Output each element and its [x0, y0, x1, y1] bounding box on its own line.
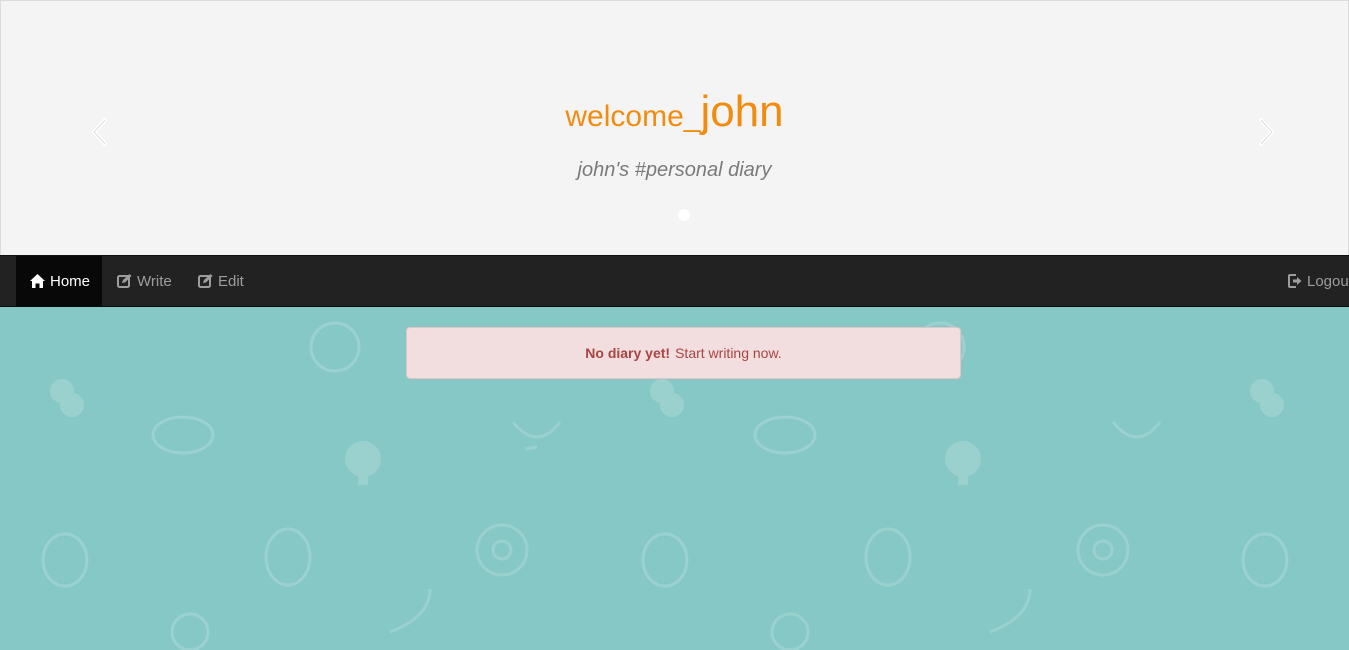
nav-logout[interactable]: Logout — [1288, 256, 1349, 306]
home-icon — [30, 274, 45, 288]
nav-logout-label: Logout — [1307, 272, 1349, 290]
diary-subtitle: john's #personal diary — [577, 159, 772, 181]
edit-icon — [198, 274, 213, 288]
nav-home-label: Home — [50, 272, 91, 290]
chevron-right-icon — [1259, 118, 1274, 146]
nav-edit-label: Edit — [218, 272, 244, 290]
carousel-next-button[interactable] — [1253, 117, 1277, 147]
carousel-prev-button[interactable] — [89, 117, 113, 147]
nav-write-label: Write — [137, 272, 172, 290]
alert-message: Start writing now. — [675, 345, 782, 361]
username: john — [700, 87, 784, 136]
nav-write[interactable]: Write — [117, 256, 172, 306]
edit-icon — [117, 274, 132, 288]
no-diary-alert: No diary yet! Start writing now. — [406, 327, 961, 379]
logout-icon — [1288, 274, 1302, 288]
nav-home[interactable]: Home — [16, 256, 102, 306]
alert-strong: No diary yet! — [585, 345, 671, 361]
welcome-prefix: welcome_ — [565, 100, 701, 133]
nav-edit[interactable]: Edit — [198, 256, 244, 306]
welcome-title: welcome_john — [1, 87, 1348, 137]
carousel-indicator[interactable] — [678, 209, 690, 221]
navbar: Home Write Edit Logout — [0, 255, 1349, 307]
header-carousel: welcome_john john's #personal diary — [0, 0, 1349, 255]
chevron-left-icon — [92, 118, 107, 146]
